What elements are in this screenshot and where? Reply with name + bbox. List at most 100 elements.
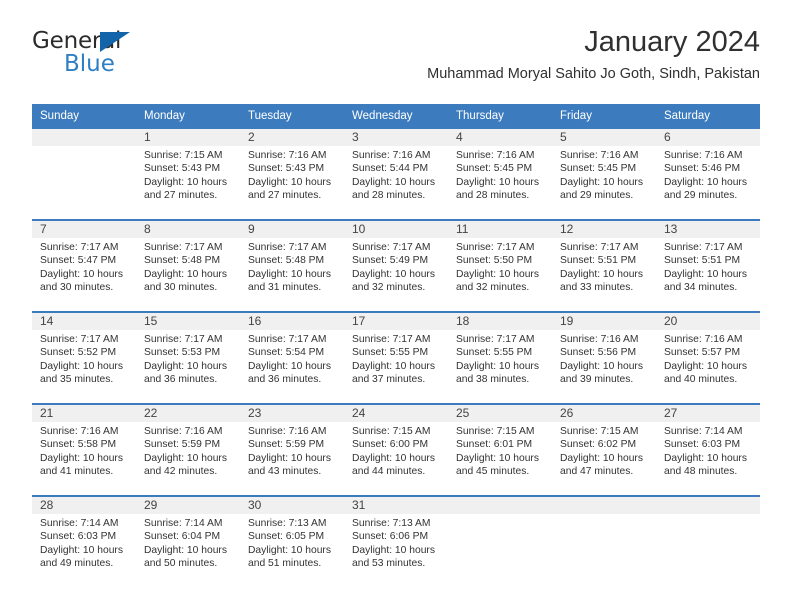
generalblue-logo[interactable]: General Blue [32, 30, 212, 86]
calendar-day-cell[interactable]: 22 Sunrise: 7:16 AM Sunset: 5:59 PM Dayligh… [136, 405, 240, 495]
calendar-day-cell[interactable]: 4 Sunrise: 7:16 AM Sunset: 5:45 PM Daylight… [448, 129, 552, 219]
sunset-time: Sunset: 5:48 PM [248, 255, 325, 267]
day-number: 3 [344, 129, 448, 147]
calendar-day-cell[interactable]: 7 Sunrise: 7:17 AM Sunset: 5:47 PM Daylight… [32, 221, 136, 311]
sunset-time: Sunset: 6:02 PM [560, 439, 637, 451]
calendar-day-cell[interactable]: 25 Sunrise: 7:15 AM Sunset: 6:01 PM Dayligh… [448, 405, 552, 495]
day-number [552, 497, 656, 515]
day-number: 6 [656, 129, 760, 147]
sunset-time: Sunset: 5:45 PM [456, 163, 533, 175]
day-number: 22 [136, 405, 240, 423]
calendar-day-cell[interactable]: 23 Sunrise: 7:16 AM Sunset: 5:59 PM Dayligh… [240, 405, 344, 495]
day-number: 24 [344, 405, 448, 423]
calendar-day-cell[interactable]: 6 Sunrise: 7:16 AM Sunset: 5:46 PM Daylight… [656, 129, 760, 219]
daylight-duration-line2: and 36 minutes. [144, 373, 218, 385]
calendar-day-cell[interactable]: 17 Sunrise: 7:17 AM Sunset: 5:55 PM Dayligh… [344, 313, 448, 403]
sunrise-time: Sunrise: 7:17 AM [664, 242, 743, 254]
daylight-duration-line1: Daylight: 10 hours [248, 452, 331, 464]
day-details: Sunrise: 7:17 AM Sunset: 5:51 PM Daylight:… [552, 238, 656, 294]
calendar-day-cell[interactable]: 21 Sunrise: 7:16 AM Sunset: 5:58 PM Dayligh… [32, 405, 136, 495]
sunrise-time: Sunrise: 7:14 AM [664, 426, 743, 438]
daylight-duration-line1: Daylight: 10 hours [456, 268, 539, 280]
calendar-day-cell[interactable]: 26 Sunrise: 7:15 AM Sunset: 6:02 PM Dayligh… [552, 405, 656, 495]
calendar-day-cell[interactable]: 18 Sunrise: 7:17 AM Sunset: 5:55 PM Dayligh… [448, 313, 552, 403]
calendar-day-cell[interactable]: 29 Sunrise: 7:14 AM Sunset: 6:04 PM Dayligh… [136, 497, 240, 587]
day-number: 15 [136, 313, 240, 331]
calendar-day-cell[interactable]: 28 Sunrise: 7:14 AM Sunset: 6:03 PM Dayligh… [32, 497, 136, 587]
calendar-day-cell[interactable]: 3 Sunrise: 7:16 AM Sunset: 5:44 PM Daylight… [344, 129, 448, 219]
day-number: 1 [136, 129, 240, 147]
sunrise-time: Sunrise: 7:16 AM [560, 334, 639, 346]
daylight-duration-line2: and 50 minutes. [144, 557, 218, 569]
day-details: Sunrise: 7:17 AM Sunset: 5:51 PM Daylight:… [656, 238, 760, 294]
calendar-week-host: 1 Sunrise: 7:15 AM Sunset: 5:43 PM Daylight… [32, 129, 760, 587]
daylight-duration-line2: and 43 minutes. [248, 465, 322, 477]
calendar-day-cell[interactable]: 1 Sunrise: 7:15 AM Sunset: 5:43 PM Daylight… [136, 129, 240, 219]
day-details: Sunrise: 7:13 AM Sunset: 6:06 PM Daylight:… [344, 514, 448, 570]
sunrise-time: Sunrise: 7:15 AM [560, 426, 639, 438]
calendar-day-cell[interactable]: 5 Sunrise: 7:16 AM Sunset: 5:45 PM Daylight… [552, 129, 656, 219]
weekday-header-tuesday: Tuesday [248, 110, 292, 122]
day-number: 5 [552, 129, 656, 147]
sunset-time: Sunset: 5:55 PM [456, 347, 533, 359]
calendar-day-cell-empty [448, 497, 552, 587]
calendar-day-cell[interactable]: 13 Sunrise: 7:17 AM Sunset: 5:51 PM Dayligh… [656, 221, 760, 311]
calendar-week-row: 28 Sunrise: 7:14 AM Sunset: 6:03 PM Dayligh… [32, 495, 760, 587]
day-number: 28 [32, 497, 136, 515]
calendar-day-cell[interactable]: 11 Sunrise: 7:17 AM Sunset: 5:50 PM Dayligh… [448, 221, 552, 311]
sunrise-time: Sunrise: 7:16 AM [248, 150, 327, 162]
day-details: Sunrise: 7:17 AM Sunset: 5:53 PM Daylight:… [136, 330, 240, 386]
sunset-time: Sunset: 5:56 PM [560, 347, 637, 359]
calendar-day-cell[interactable]: 15 Sunrise: 7:17 AM Sunset: 5:53 PM Dayligh… [136, 313, 240, 403]
sunrise-time: Sunrise: 7:14 AM [144, 518, 223, 530]
daylight-duration-line1: Daylight: 10 hours [664, 360, 747, 372]
day-details: Sunrise: 7:16 AM Sunset: 5:59 PM Daylight:… [136, 422, 240, 478]
daylight-duration-line2: and 30 minutes. [40, 281, 114, 293]
daylight-duration-line1: Daylight: 10 hours [144, 360, 227, 372]
daylight-duration-line1: Daylight: 10 hours [144, 268, 227, 280]
weekday-header-wednesday: Wednesday [352, 110, 413, 122]
calendar-day-cell[interactable]: 24 Sunrise: 7:15 AM Sunset: 6:00 PM Dayligh… [344, 405, 448, 495]
calendar-day-cell[interactable]: 10 Sunrise: 7:17 AM Sunset: 5:49 PM Dayligh… [344, 221, 448, 311]
day-details: Sunrise: 7:14 AM Sunset: 6:03 PM Daylight:… [656, 422, 760, 478]
calendar-day-cell[interactable]: 30 Sunrise: 7:13 AM Sunset: 6:05 PM Dayligh… [240, 497, 344, 587]
calendar-day-cell[interactable]: 31 Sunrise: 7:13 AM Sunset: 6:06 PM Dayligh… [344, 497, 448, 587]
calendar-day-cell[interactable]: 9 Sunrise: 7:17 AM Sunset: 5:48 PM Daylight… [240, 221, 344, 311]
calendar-day-cell[interactable]: 2 Sunrise: 7:16 AM Sunset: 5:43 PM Daylight… [240, 129, 344, 219]
daylight-duration-line2: and 40 minutes. [664, 373, 738, 385]
daylight-duration-line1: Daylight: 10 hours [664, 268, 747, 280]
day-details: Sunrise: 7:16 AM Sunset: 5:43 PM Daylight:… [240, 146, 344, 202]
calendar-day-cell[interactable]: 19 Sunrise: 7:16 AM Sunset: 5:56 PM Dayligh… [552, 313, 656, 403]
calendar-day-cell-empty [32, 129, 136, 219]
calendar-day-cell[interactable]: 16 Sunrise: 7:17 AM Sunset: 5:54 PM Dayligh… [240, 313, 344, 403]
sunset-time: Sunset: 5:51 PM [560, 255, 637, 267]
day-number: 30 [240, 497, 344, 515]
calendar-week-row: 14 Sunrise: 7:17 AM Sunset: 5:52 PM Dayligh… [32, 311, 760, 403]
calendar-day-cell[interactable]: 8 Sunrise: 7:17 AM Sunset: 5:48 PM Daylight… [136, 221, 240, 311]
sunset-time: Sunset: 5:57 PM [664, 347, 741, 359]
sunrise-time: Sunrise: 7:16 AM [248, 426, 327, 438]
sunrise-time: Sunrise: 7:16 AM [456, 150, 535, 162]
day-number: 11 [448, 221, 552, 239]
calendar-day-cell[interactable]: 14 Sunrise: 7:17 AM Sunset: 5:52 PM Dayligh… [32, 313, 136, 403]
calendar-day-cell[interactable]: 12 Sunrise: 7:17 AM Sunset: 5:51 PM Dayligh… [552, 221, 656, 311]
calendar-day-cell[interactable]: 20 Sunrise: 7:16 AM Sunset: 5:57 PM Dayligh… [656, 313, 760, 403]
sunset-time: Sunset: 5:59 PM [144, 439, 221, 451]
day-number: 16 [240, 313, 344, 331]
day-details: Sunrise: 7:17 AM Sunset: 5:55 PM Daylight:… [448, 330, 552, 386]
day-details: Sunrise: 7:16 AM Sunset: 5:46 PM Daylight:… [656, 146, 760, 202]
daylight-duration-line1: Daylight: 10 hours [144, 544, 227, 556]
daylight-duration-line1: Daylight: 10 hours [40, 360, 123, 372]
sunrise-time: Sunrise: 7:16 AM [664, 334, 743, 346]
daylight-duration-line1: Daylight: 10 hours [40, 452, 123, 464]
weekday-header-friday: Friday [560, 110, 592, 122]
day-number: 7 [32, 221, 136, 239]
weekday-header-sunday: Sunday [40, 110, 80, 122]
day-number: 20 [656, 313, 760, 331]
daylight-duration-line1: Daylight: 10 hours [144, 452, 227, 464]
day-number: 13 [656, 221, 760, 239]
sunset-time: Sunset: 6:04 PM [144, 531, 221, 543]
calendar-day-cell[interactable]: 27 Sunrise: 7:14 AM Sunset: 6:03 PM Dayligh… [656, 405, 760, 495]
day-details: Sunrise: 7:17 AM Sunset: 5:54 PM Daylight:… [240, 330, 344, 386]
sunset-time: Sunset: 5:47 PM [40, 255, 117, 267]
